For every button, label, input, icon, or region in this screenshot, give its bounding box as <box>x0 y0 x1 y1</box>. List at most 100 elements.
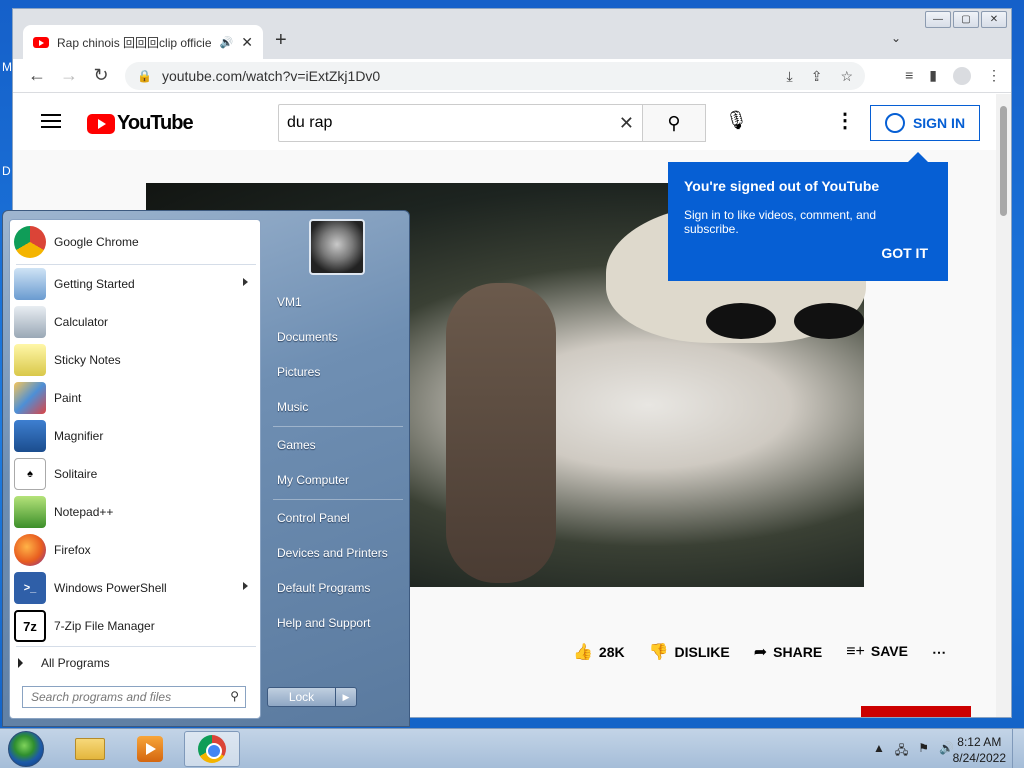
desktop-icon-label[interactable]: M <box>2 60 12 74</box>
clear-search-icon[interactable]: ✕ <box>619 113 634 134</box>
clock[interactable]: 8:12 AM 8/24/2022 <box>953 734 1006 766</box>
page-scrollbar[interactable] <box>996 94 1011 717</box>
program-item[interactable]: Getting Started <box>14 266 258 302</box>
maximize-button[interactable]: ▢ <box>953 11 979 28</box>
program-label: Notepad++ <box>54 505 114 519</box>
start-link-control-panel[interactable]: Control Panel <box>277 511 350 525</box>
sign-in-button[interactable]: SIGN IN <box>870 105 980 141</box>
program-item[interactable]: Google Chrome <box>14 224 258 260</box>
bookmark-star-icon[interactable]: ☆ <box>840 68 853 85</box>
desktop-icon-label[interactable]: D <box>2 164 11 178</box>
video-frame-lens <box>706 303 776 339</box>
microphone-icon[interactable]: 🎙 <box>725 110 748 131</box>
back-button[interactable]: ← <box>21 65 53 86</box>
show-hidden-icons-icon[interactable]: ▲ <box>873 741 885 762</box>
start-link-my-computer[interactable]: My Computer <box>277 473 349 487</box>
more-actions-icon[interactable]: ⋯ <box>932 644 946 661</box>
sign-in-label: SIGN IN <box>912 115 966 131</box>
search-input[interactable]: du rap ✕ <box>278 104 643 142</box>
account-icon <box>884 113 905 133</box>
install-app-icon[interactable]: ⤓ <box>787 68 793 85</box>
all-programs-arrow-icon <box>18 658 23 668</box>
profile-avatar-icon[interactable] <box>953 67 971 85</box>
speaker-icon[interactable]: 🔊 <box>220 36 234 49</box>
start-link-games[interactable]: Games <box>277 438 316 452</box>
settings-more-icon[interactable]: ⋮ <box>835 108 855 133</box>
divider <box>16 646 256 647</box>
dislike-button[interactable]: 👎 DISLIKE <box>649 642 730 662</box>
tab-search-button[interactable]: ⌄ <box>891 31 901 45</box>
start-link-default-programs[interactable]: Default Programs <box>277 581 370 595</box>
browser-tab[interactable]: Rap chinois 回回回clip officiel 🔊 ✕ <box>23 25 263 59</box>
share-button[interactable]: ➦ SHARE <box>754 642 822 662</box>
folder-icon <box>75 738 105 760</box>
scrollbar-thumb[interactable] <box>1000 106 1007 216</box>
notepadpp-icon <box>14 496 46 528</box>
share-icon[interactable]: ⇪ <box>811 68 823 85</box>
tab-close-button[interactable]: ✕ <box>241 34 253 51</box>
url-text: youtube.com/watch?v=iExtZkj1Dv0 <box>161 68 381 84</box>
shutdown-options-arrow-icon[interactable]: ▶ <box>336 688 356 706</box>
magnifier-icon <box>14 420 46 452</box>
all-programs-button[interactable]: All Programs <box>18 656 110 670</box>
share-label: SHARE <box>773 644 823 660</box>
new-tab-button[interactable]: + <box>275 29 287 52</box>
share-arrow-icon: ➦ <box>753 644 768 661</box>
program-item[interactable]: Calculator <box>14 304 258 340</box>
program-label: Getting Started <box>54 277 135 291</box>
save-button[interactable]: ≡+ SAVE <box>846 643 908 661</box>
got-it-button[interactable]: GOT IT <box>881 245 928 261</box>
omnibox-actions: ⤓ ⇪ ☆ <box>787 68 854 85</box>
hamburger-menu-icon[interactable] <box>41 114 61 128</box>
tooltip-title: You're signed out of YouTube <box>684 178 880 194</box>
firefox-icon <box>14 534 46 566</box>
start-link-devices-printers[interactable]: Devices and Printers <box>277 546 388 560</box>
start-search-input[interactable]: Search programs and files ⚲ <box>22 686 246 708</box>
start-menu: Google Chrome Getting Started Calculator… <box>2 210 410 727</box>
program-item[interactable]: 7z 7-Zip File Manager <box>14 608 258 644</box>
start-link-pictures[interactable]: Pictures <box>277 365 320 379</box>
program-label: Google Chrome <box>54 235 139 249</box>
taskbar-explorer[interactable] <box>62 731 118 767</box>
action-center-flag-icon[interactable]: ⚑ <box>918 741 929 762</box>
search-placeholder: Search programs and files <box>31 690 172 704</box>
program-item[interactable]: Sticky Notes <box>14 342 258 378</box>
subscribe-button[interactable]: SUBSCRIBE <box>861 706 971 717</box>
program-item[interactable]: Notepad++ <box>14 494 258 530</box>
program-item[interactable]: Paint <box>14 380 258 416</box>
show-desktop-button[interactable] <box>1012 729 1024 768</box>
start-link-documents[interactable]: Documents <box>277 330 338 344</box>
divider <box>273 426 403 427</box>
media-control-icon[interactable]: ≡ <box>905 67 913 85</box>
program-item[interactable]: ♠ Solitaire <box>14 456 258 492</box>
start-link-vm1[interactable]: VM1 <box>277 295 302 309</box>
lock-button[interactable]: Lock ▶ <box>267 687 357 707</box>
close-window-button[interactable]: ✕ <box>981 11 1007 28</box>
reload-button[interactable]: ↻ <box>85 65 117 86</box>
lock-label: Lock <box>268 688 336 706</box>
taskbar-media-player[interactable] <box>122 731 178 767</box>
start-button[interactable] <box>8 731 44 767</box>
signed-out-tooltip: You're signed out of YouTube Sign in to … <box>668 152 948 281</box>
tab-strip: — ▢ ✕ Rap chinois 回回回clip officiel 🔊 ✕ +… <box>13 9 1011 59</box>
chrome-menu-icon[interactable]: ⋮ <box>987 67 1001 85</box>
sticky-notes-icon <box>14 344 46 376</box>
lock-icon[interactable]: 🔒 <box>137 69 152 83</box>
user-picture[interactable] <box>309 219 365 275</box>
like-button[interactable]: 👍 28K <box>573 642 625 662</box>
start-link-help-support[interactable]: Help and Support <box>277 616 370 630</box>
system-tray: ▲ 🖧 ⚑ 🔊 <box>873 741 954 762</box>
address-bar[interactable]: 🔒 youtube.com/watch?v=iExtZkj1Dv0 ⤓ ⇪ ☆ <box>125 62 865 90</box>
program-item[interactable]: Firefox <box>14 532 258 568</box>
network-icon[interactable]: 🖧 <box>895 741 908 762</box>
program-item[interactable]: >_ Windows PowerShell <box>14 570 258 606</box>
search-button[interactable]: ⚲ <box>642 104 706 142</box>
side-panel-icon[interactable]: ▮ <box>929 67 937 85</box>
minimize-button[interactable]: — <box>925 11 951 28</box>
start-link-music[interactable]: Music <box>277 400 308 414</box>
youtube-logo[interactable]: YouTube <box>87 112 194 135</box>
program-item[interactable]: Magnifier <box>14 418 258 454</box>
taskbar-chrome[interactable] <box>184 731 240 767</box>
forward-button[interactable]: → <box>53 65 85 86</box>
divider <box>273 499 403 500</box>
